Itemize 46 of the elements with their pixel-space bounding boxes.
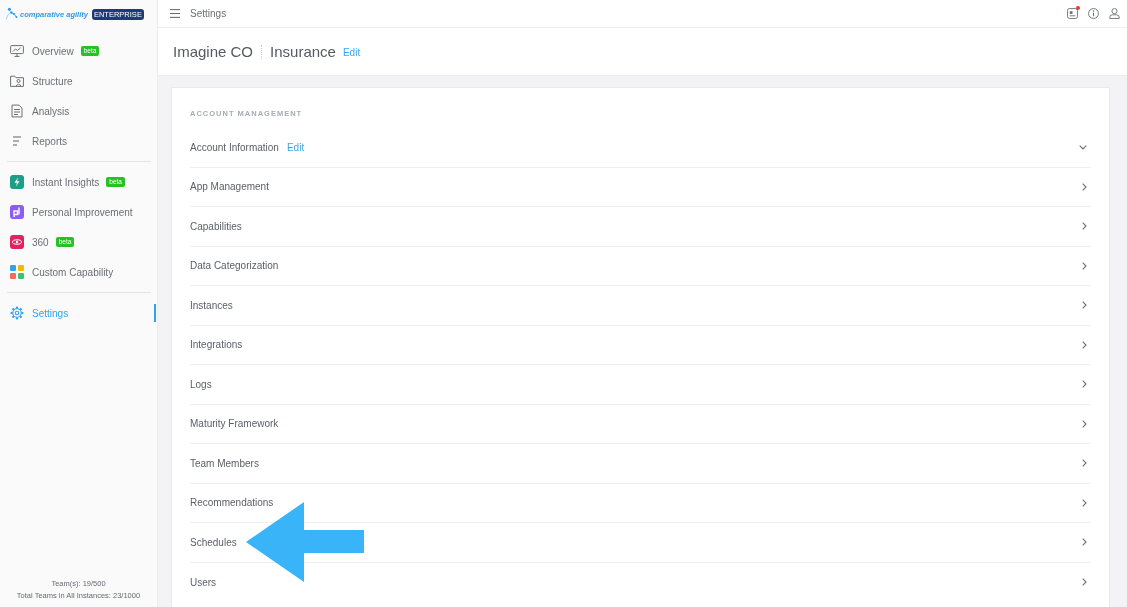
logo-icon bbox=[4, 7, 18, 21]
settings-link[interactable]: Maturity Framework bbox=[190, 418, 279, 430]
menu-icon[interactable] bbox=[170, 9, 180, 18]
info-icon[interactable] bbox=[1088, 8, 1099, 19]
chevron-right-icon[interactable] bbox=[1082, 182, 1087, 191]
settings-link[interactable]: Integrations bbox=[190, 339, 243, 351]
lines-icon bbox=[10, 134, 24, 148]
user-icon[interactable] bbox=[1109, 8, 1120, 19]
four-squares-icon bbox=[10, 265, 24, 279]
sidebar-item[interactable]: Personal Improvement bbox=[7, 197, 151, 227]
sidebar-item[interactable]: Custom Capability bbox=[7, 257, 151, 287]
settings-link[interactable]: Users bbox=[190, 576, 217, 588]
chevron-right-icon[interactable] bbox=[1082, 578, 1087, 587]
monitor-chart-icon bbox=[10, 44, 24, 58]
settings-link[interactable]: Account Information bbox=[190, 141, 279, 153]
sidebar-item[interactable]: Analysis bbox=[7, 96, 151, 126]
chevron-right-icon[interactable] bbox=[1082, 498, 1087, 507]
sidebar-item[interactable]: Structure bbox=[7, 66, 151, 96]
chevron-right-icon[interactable] bbox=[1082, 261, 1087, 270]
settings-link[interactable]: Capabilities bbox=[190, 220, 242, 232]
sidebar-item[interactable]: Reports bbox=[7, 126, 151, 156]
settings-icon bbox=[10, 306, 24, 320]
settings-link[interactable]: Instances bbox=[190, 299, 233, 311]
chevron-right-icon[interactable] bbox=[1082, 222, 1087, 231]
settings-link[interactable]: Data Categorization bbox=[190, 260, 279, 272]
settings-link[interactable]: Team Members bbox=[190, 457, 259, 469]
page-title: Settings bbox=[190, 8, 227, 19]
chevron-right-icon[interactable] bbox=[1082, 340, 1087, 349]
folder-person-icon bbox=[10, 74, 24, 88]
document-icon bbox=[10, 104, 24, 118]
chevron-right-icon[interactable] bbox=[1082, 301, 1087, 310]
chevron-right-icon[interactable] bbox=[1082, 538, 1087, 547]
chevron-right-icon[interactable] bbox=[1082, 419, 1087, 428]
eye-tile-icon bbox=[10, 235, 24, 249]
settings-link[interactable]: App Management bbox=[190, 181, 269, 193]
settings-link[interactable]: Recommendations bbox=[190, 497, 274, 509]
settings-link[interactable]: Schedules bbox=[190, 536, 237, 548]
p-tile-icon bbox=[10, 205, 24, 219]
news-icon[interactable] bbox=[1067, 8, 1078, 19]
chevron-right-icon[interactable] bbox=[1082, 459, 1087, 468]
chevron-down-icon[interactable] bbox=[1079, 144, 1087, 150]
industry-name: Insurance bbox=[270, 43, 336, 60]
settings-link[interactable]: Logs bbox=[190, 378, 212, 390]
chevron-right-icon[interactable] bbox=[1082, 380, 1087, 389]
organization-name: Imagine CO bbox=[173, 43, 254, 60]
lightning-icon bbox=[10, 175, 24, 189]
